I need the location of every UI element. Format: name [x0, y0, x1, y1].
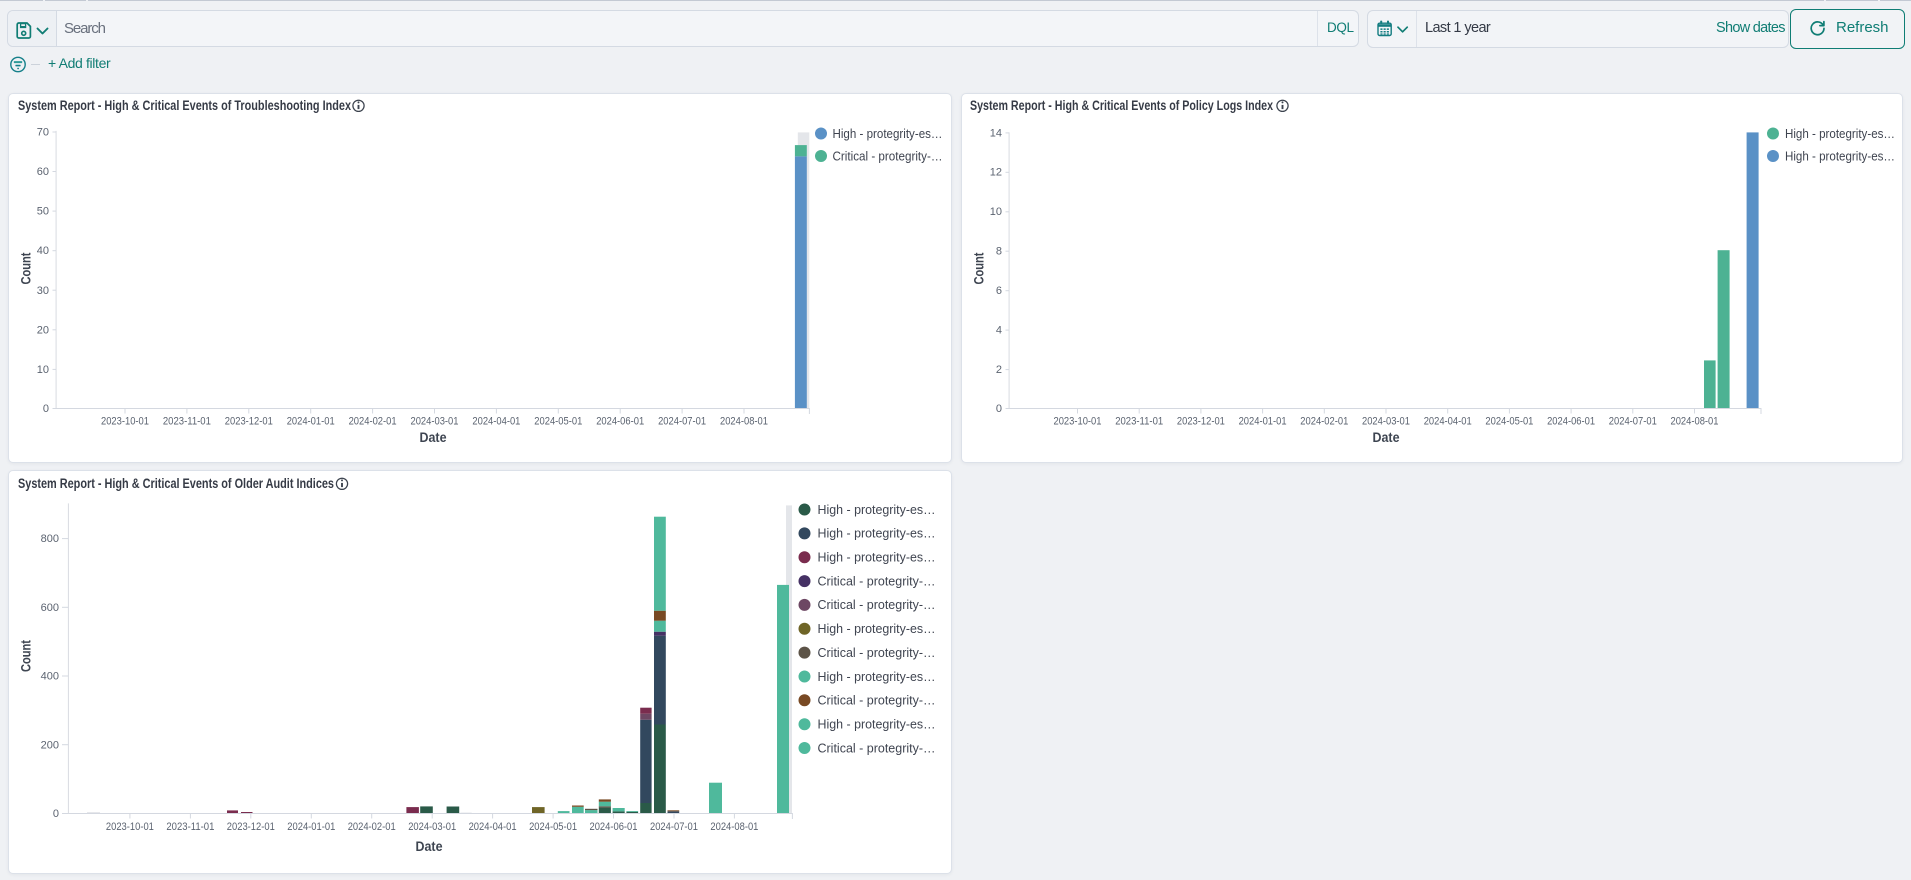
svg-text:High - protegrity-es…: High - protegrity-es… [833, 126, 943, 141]
svg-text:Count: Count [19, 252, 34, 284]
svg-text:2024-07-01: 2024-07-01 [658, 416, 706, 428]
svg-text:2024-03-01: 2024-03-01 [1362, 416, 1410, 428]
svg-text:High - protegrity-es…: High - protegrity-es… [818, 717, 936, 732]
svg-text:4: 4 [996, 325, 1002, 337]
svg-text:System Report - High & Critica: System Report - High & Critical Events o… [18, 476, 334, 491]
svg-text:2024-04-01: 2024-04-01 [469, 821, 517, 833]
svg-text:0: 0 [53, 808, 59, 820]
svg-text:0: 0 [996, 403, 1002, 415]
svg-text:2024-04-01: 2024-04-01 [1424, 416, 1472, 428]
svg-text:2024-02-01: 2024-02-01 [349, 416, 397, 428]
svg-text:6: 6 [996, 285, 1002, 297]
svg-text:Critical - protegrity-…: Critical - protegrity-… [818, 693, 936, 708]
svg-text:2024-08-01: 2024-08-01 [1671, 416, 1719, 428]
svg-text:Date: Date [420, 430, 447, 445]
svg-text:Critical - protegrity-…: Critical - protegrity-… [818, 740, 936, 755]
svg-text:2024-08-01: 2024-08-01 [720, 416, 768, 428]
svg-text:High - protegrity-es…: High - protegrity-es… [818, 502, 936, 517]
svg-text:High - protegrity-es…: High - protegrity-es… [1785, 126, 1895, 141]
svg-text:2023-11-01: 2023-11-01 [166, 821, 214, 833]
svg-text:High - protegrity-es…: High - protegrity-es… [818, 550, 936, 565]
svg-text:System Report - High & Critica: System Report - High & Critical Events o… [18, 98, 351, 113]
svg-text:2023-12-01: 2023-12-01 [225, 416, 273, 428]
svg-text:Date: Date [1373, 430, 1400, 445]
svg-text:2024-05-01: 2024-05-01 [1485, 416, 1533, 428]
svg-text:12: 12 [990, 167, 1002, 179]
svg-text:2024-01-01: 2024-01-01 [287, 416, 335, 428]
svg-text:2024-02-01: 2024-02-01 [348, 821, 396, 833]
svg-text:2024-06-01: 2024-06-01 [1547, 416, 1595, 428]
svg-text:High - protegrity-es…: High - protegrity-es… [818, 526, 936, 541]
svg-text:8: 8 [996, 246, 1002, 258]
svg-text:2023-11-01: 2023-11-01 [163, 416, 211, 428]
svg-text:2024-03-01: 2024-03-01 [411, 416, 459, 428]
svg-text:2023-11-01: 2023-11-01 [1115, 416, 1163, 428]
svg-text:2024-07-01: 2024-07-01 [650, 821, 698, 833]
svg-text:2024-05-01: 2024-05-01 [534, 416, 582, 428]
svg-text:Critical - protegrity-…: Critical - protegrity-… [818, 645, 936, 660]
svg-text:2023-12-01: 2023-12-01 [227, 821, 275, 833]
svg-text:2024-03-01: 2024-03-01 [408, 821, 456, 833]
svg-text:2024-06-01: 2024-06-01 [590, 821, 638, 833]
svg-text:Count: Count [972, 252, 987, 284]
svg-text:2023-12-01: 2023-12-01 [1177, 416, 1225, 428]
svg-text:2024-05-01: 2024-05-01 [529, 821, 577, 833]
svg-text:70: 70 [37, 127, 49, 139]
svg-text:0: 0 [43, 403, 49, 415]
svg-text:40: 40 [37, 245, 49, 257]
svg-text:2023-10-01: 2023-10-01 [101, 416, 149, 428]
svg-text:Count: Count [19, 640, 34, 672]
svg-text:High - protegrity-es…: High - protegrity-es… [818, 669, 936, 684]
svg-text:2024-04-01: 2024-04-01 [472, 416, 520, 428]
svg-text:800: 800 [41, 533, 59, 545]
svg-text:2024-06-01: 2024-06-01 [596, 416, 644, 428]
svg-text:Critical - protegrity-…: Critical - protegrity-… [833, 148, 943, 163]
svg-text:2024-01-01: 2024-01-01 [1239, 416, 1287, 428]
svg-text:2: 2 [996, 364, 1002, 376]
svg-text:20: 20 [37, 324, 49, 336]
svg-text:600: 600 [41, 602, 59, 614]
svg-text:10: 10 [37, 364, 49, 376]
svg-text:High - protegrity-es…: High - protegrity-es… [818, 621, 936, 636]
svg-text:2024-01-01: 2024-01-01 [287, 821, 335, 833]
svg-text:50: 50 [37, 206, 49, 218]
svg-text:30: 30 [37, 285, 49, 297]
svg-text:400: 400 [41, 671, 59, 683]
svg-text:2024-07-01: 2024-07-01 [1609, 416, 1657, 428]
svg-text:10: 10 [990, 206, 1002, 218]
svg-text:200: 200 [41, 739, 59, 751]
svg-text:60: 60 [37, 166, 49, 178]
svg-text:14: 14 [990, 127, 1002, 139]
svg-text:2024-08-01: 2024-08-01 [710, 821, 758, 833]
svg-text:Date: Date [416, 839, 443, 854]
svg-text:2023-10-01: 2023-10-01 [1054, 416, 1102, 428]
svg-text:2024-02-01: 2024-02-01 [1300, 416, 1348, 428]
svg-text:2023-10-01: 2023-10-01 [106, 821, 154, 833]
svg-text:Critical - protegrity-…: Critical - protegrity-… [818, 597, 936, 612]
svg-text:Critical - protegrity-…: Critical - protegrity-… [818, 573, 936, 588]
svg-text:System Report - High & Critica: System Report - High & Critical Events o… [970, 98, 1273, 113]
svg-text:High - protegrity-es…: High - protegrity-es… [1785, 148, 1895, 163]
